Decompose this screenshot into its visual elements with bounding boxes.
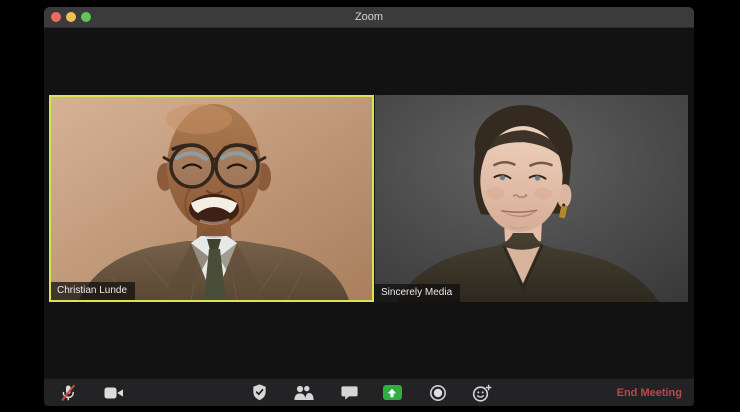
window-title: Zoom [354, 11, 384, 23]
participant-video-sincerely-media [375, 95, 688, 302]
participants-icon [294, 385, 314, 400]
record-icon [430, 384, 446, 401]
participant-video-christian-lunde [51, 97, 372, 300]
chat-bubble-icon [340, 385, 358, 400]
reactions-button[interactable] [465, 379, 499, 406]
up-arrow-icon [387, 388, 397, 397]
chat-button[interactable] [332, 379, 366, 406]
security-shield-icon [252, 384, 266, 401]
stop-video-button[interactable] [97, 379, 131, 406]
participant-name: Sincerely Media [381, 287, 453, 298]
share-screen-button[interactable] [375, 379, 409, 406]
video-tile-sincerely-media[interactable]: Sincerely Media [375, 95, 688, 302]
screen: Zoom Christian Lunde Sincerely Media End… [0, 0, 740, 412]
participant-name-label: Sincerely Media [375, 284, 461, 302]
video-tile-christian-lunde[interactable]: Christian Lunde [49, 95, 374, 302]
meeting-toolbar: End Meeting [44, 378, 694, 406]
muted-microphone-icon [61, 384, 75, 401]
window-titlebar[interactable]: Zoom [44, 7, 694, 28]
participants-button[interactable] [287, 379, 321, 406]
reactions-smiley-icon [472, 384, 492, 402]
participant-name-label: Christian Lunde [51, 282, 136, 300]
zoom-window: Zoom Christian Lunde Sincerely Media End… [44, 7, 694, 406]
record-button[interactable] [421, 379, 455, 406]
end-meeting-button[interactable]: End Meeting [617, 379, 682, 406]
share-screen-icon [382, 385, 402, 400]
security-button[interactable] [242, 379, 276, 406]
video-camera-icon [104, 387, 123, 398]
participant-name: Christian Lunde [57, 285, 128, 296]
mute-button[interactable] [51, 379, 85, 406]
video-gallery: Christian Lunde Sincerely Media [44, 28, 694, 379]
